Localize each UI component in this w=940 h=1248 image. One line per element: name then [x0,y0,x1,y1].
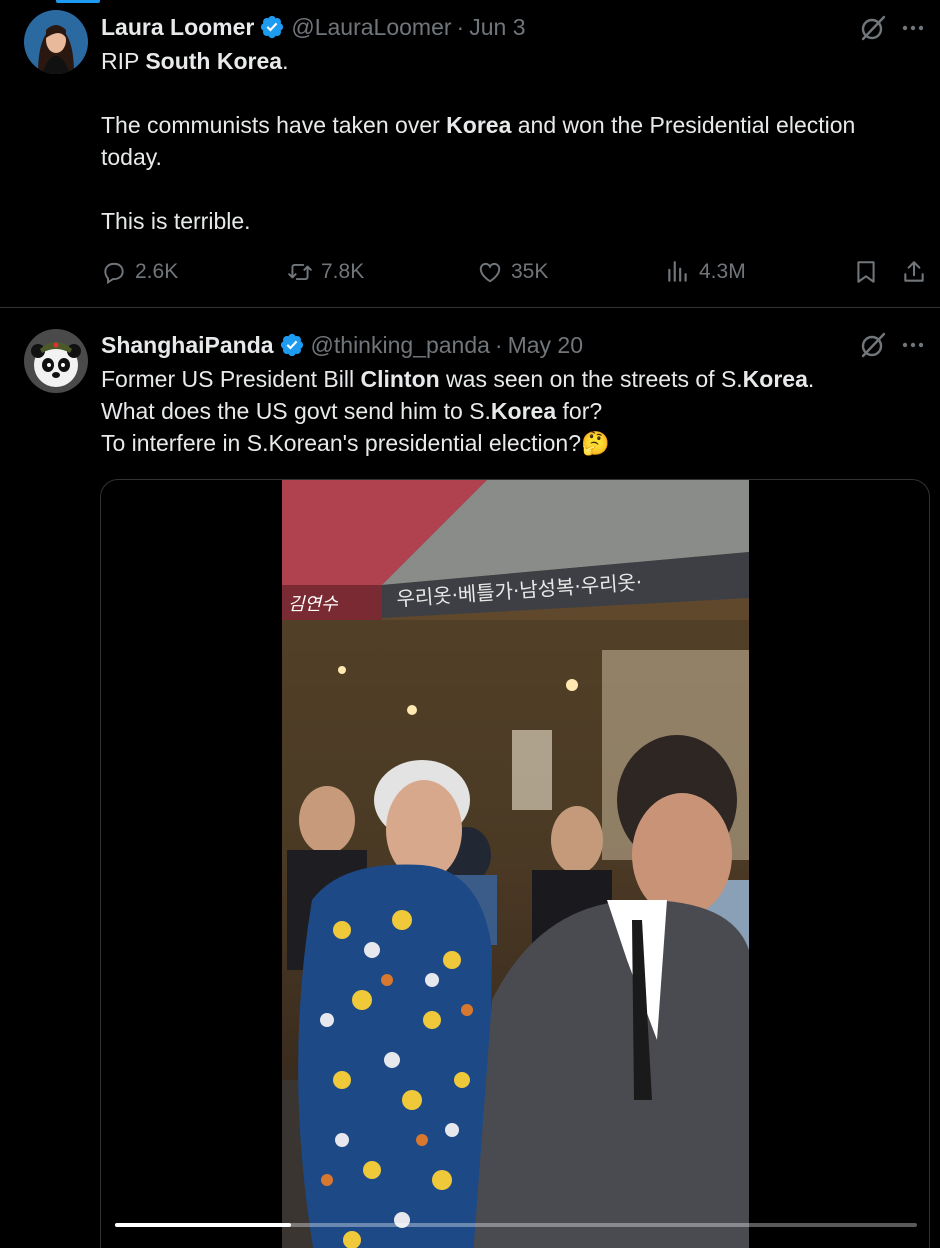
separator: · [494,331,503,358]
tweet-text-line: To interfere in S.Korean's presidential … [101,430,610,456]
avatar[interactable] [24,10,88,74]
tweet-date[interactable]: Jun 3 [469,14,525,41]
tweet-text-line: The communists have taken over Korea and… [101,112,856,170]
tweet-date[interactable]: May 20 [508,332,583,359]
author-name[interactable]: Laura Loomer [101,14,254,41]
repost-button[interactable]: 7.8K [287,255,364,289]
tweet-shanghaipanda[interactable]: ShanghaiPanda @thinking_panda · May 20 F… [0,309,940,1248]
video-progress-bar[interactable] [115,1223,917,1227]
grok-icon[interactable] [858,13,888,43]
like-icon [479,262,501,283]
more-options-icon[interactable] [900,332,926,358]
verified-badge-icon [261,15,284,39]
shop-name-text: 김연수 [288,594,339,615]
like-button[interactable]: 35K [477,255,548,289]
tweet-header: Laura Loomer @LauraLoomer · Jun 3 [101,12,525,42]
reply-icon [104,262,124,285]
bookmark-icon [857,261,875,283]
avatar[interactable] [24,329,88,393]
bookmark-button[interactable] [853,255,879,289]
tweet-text-line: RIP South Korea. [101,48,289,74]
tweet-laura-loomer[interactable]: Laura Loomer @LauraLoomer · Jun 3 RIP So… [0,0,940,308]
views-icon [668,261,687,282]
tweet-text-line: What does the US govt send him to S.Kore… [101,398,603,424]
grok-icon[interactable] [858,330,888,360]
video-player[interactable]: 우리옷·베틀가·남성복·우리옷· 김연수 [100,479,930,1248]
views-button[interactable]: 4.3M [665,255,746,289]
tweet-text-line: This is terrible. [101,208,251,234]
reply-button[interactable]: 2.6K [101,255,178,289]
author-handle[interactable]: @LauraLoomer [291,14,451,41]
share-button[interactable] [901,255,927,289]
separator: · [456,13,465,40]
tweet-text: Former US President Bill Clinton was see… [101,363,921,459]
video-frame[interactable]: 우리옷·베틀가·남성복·우리옷· 김연수 [282,480,749,1248]
repost-icon [288,263,312,281]
tweet-text-line: Former US President Bill Clinton was see… [101,366,815,392]
tweet-text: RIP South Korea. The communists have tak… [101,45,921,237]
author-handle[interactable]: @thinking_panda [311,332,490,359]
video-progress-fill [115,1223,292,1227]
more-options-icon[interactable] [900,15,926,41]
author-name[interactable]: ShanghaiPanda [101,332,274,359]
verified-badge-icon [280,333,303,357]
tweet-actions: 2.6K 7.8K 35K 4.3M [101,255,931,289]
share-icon [904,261,924,282]
tweet-header: ShanghaiPanda @thinking_panda · May 20 [101,329,583,361]
